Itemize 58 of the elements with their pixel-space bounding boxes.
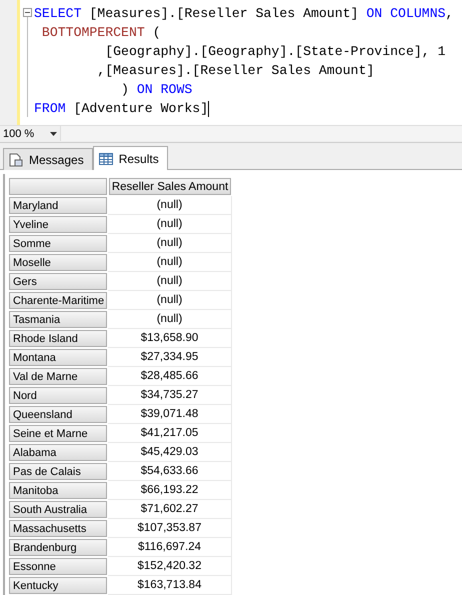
table-cell: $45,429.03 [108, 443, 232, 462]
tab[interactable]: Messages [3, 148, 93, 170]
row-header[interactable]: Seine et Marne [9, 425, 107, 442]
text-cursor [208, 100, 210, 116]
row-header[interactable]: Charente-Maritime [9, 292, 107, 309]
table-cell: (null) [108, 291, 232, 310]
tab[interactable]: Results [92, 146, 168, 170]
horizontal-scrollbar[interactable] [60, 126, 462, 142]
row-header[interactable]: Pas de Calais [9, 463, 107, 480]
row-header[interactable]: Yveline [9, 216, 107, 233]
row-header[interactable]: Kentucky [9, 577, 107, 594]
table-cell: $152,420.32 [108, 557, 232, 576]
caret-icon [50, 132, 57, 136]
zoom-dropdown[interactable]: 100 % [0, 126, 60, 142]
table-cell: $39,071.48 [108, 405, 232, 424]
row-header[interactable]: Gers [9, 273, 107, 290]
table-cell: (null) [108, 310, 232, 329]
row-header[interactable]: Brandenburg [9, 539, 107, 556]
table-cell: (null) [108, 196, 232, 215]
grid-icon [98, 152, 113, 164]
row-header[interactable]: South Australia [9, 501, 107, 518]
code-line: FROM [Adventure Works] [34, 100, 208, 118]
table-cell: $13,658.90 [108, 329, 232, 348]
row-header[interactable]: Nord [9, 387, 107, 404]
table-cell: $163,713.84 [108, 576, 232, 595]
row-header[interactable]: Moselle [9, 254, 107, 271]
table-cell: (null) [108, 253, 232, 272]
code-line: [Geography].[Geography].[State-Province], 1 [104, 43, 446, 61]
row-header[interactable]: Rhode Island [9, 330, 107, 347]
code-line: SELECT [Measures].[Reseller Sales Amount] ON COLUMNS, [34, 5, 454, 23]
row-header[interactable]: Manitoba [9, 482, 107, 499]
row-header[interactable]: Montana [9, 349, 107, 366]
table-cell: (null) [108, 234, 232, 253]
row-header[interactable]: Somme [9, 235, 107, 252]
document-icon [9, 152, 23, 166]
table-cell: $107,353.87 [108, 519, 232, 538]
row-header[interactable]: Massachusetts [9, 520, 107, 537]
collapse-icon[interactable] [22, 8, 32, 17]
table-cell: $66,193.22 [108, 481, 232, 500]
row-header[interactable]: Tasmania [9, 311, 107, 328]
row-header[interactable]: Val de Marne [9, 368, 107, 385]
table-cell: $71,602.27 [108, 500, 232, 519]
table-cell: $116,697.24 [108, 538, 232, 557]
row-header[interactable]: Essonne [9, 558, 107, 575]
table-cell: $41,217.05 [108, 424, 232, 443]
row-header[interactable]: Alabama [9, 444, 107, 461]
table-cell: $34,735.27 [108, 386, 232, 405]
table-cell: (null) [108, 272, 232, 291]
row-header[interactable]: Queensland [9, 406, 107, 423]
table-cell: $28,485.66 [108, 367, 232, 386]
code-line: ) ON ROWS [120, 81, 192, 99]
table-cell: $27,334.95 [108, 348, 232, 367]
code-line: ,[Measures].[Reseller Sales Amount] [96, 62, 374, 80]
table-cell: (null) [108, 215, 232, 234]
row-header[interactable]: Maryland [9, 197, 107, 214]
column-header[interactable]: Reseller Sales Amount [109, 178, 231, 195]
code-line: BOTTOMPERCENT ( [40, 24, 161, 42]
table-cell: $54,633.66 [108, 462, 232, 481]
